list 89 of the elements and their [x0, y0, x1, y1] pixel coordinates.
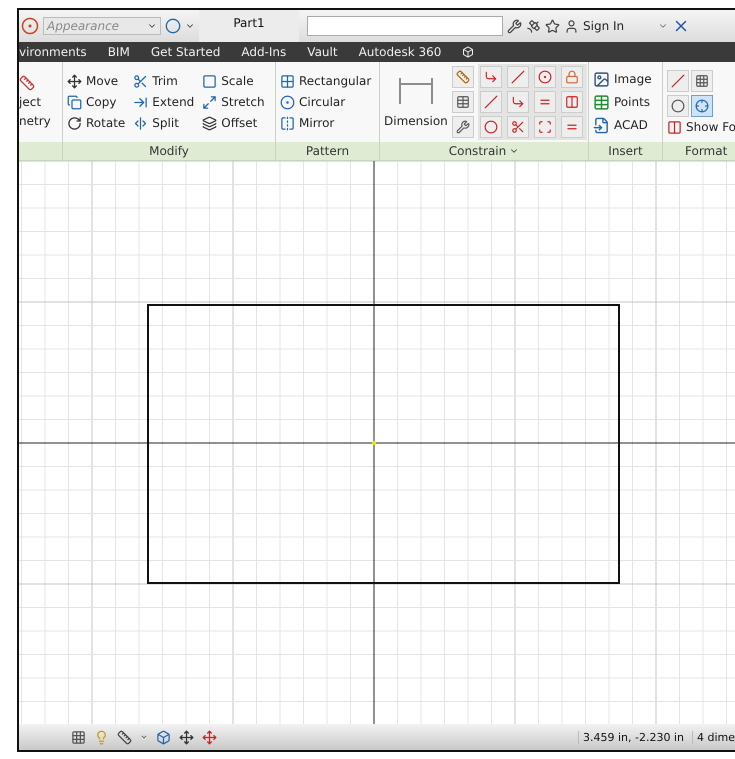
move-icon [67, 74, 82, 88]
slash-icon [510, 70, 525, 84]
document-tab[interactable]: Part1 [199, 10, 299, 42]
constraint-button[interactable] [506, 116, 529, 138]
tool-button[interactable]: Circular [280, 94, 372, 110]
panel-label: Pattern [306, 144, 350, 158]
wrench-icon [507, 18, 522, 34]
constraint-button[interactable] [506, 66, 529, 88]
wrench-icon [456, 120, 470, 134]
sign-in-link[interactable]: Sign In [583, 19, 624, 33]
constraint-button[interactable] [480, 66, 502, 88]
tool-button[interactable] [691, 94, 713, 116]
tool-button[interactable]: Stretch [202, 94, 265, 110]
grid-icon [695, 74, 709, 88]
menu-tab[interactable]: BIM [108, 45, 130, 59]
tool-label[interactable]: netry [19, 114, 51, 129]
tool-button[interactable]: Image [593, 70, 652, 88]
color-icon [165, 18, 181, 34]
star-icon [545, 18, 560, 34]
tool-button[interactable]: Rectangular [280, 74, 372, 88]
panel-label[interactable]: Constrain [448, 144, 506, 158]
constraint-button[interactable] [506, 91, 529, 113]
arrow-to-line-icon [133, 94, 148, 110]
coordinates-readout: 3.459 in, -2.230 in [578, 730, 684, 744]
square-icon [202, 74, 218, 88]
tool-label[interactable]: ject [19, 95, 42, 110]
table-icon [456, 95, 470, 109]
copy-icon [67, 94, 82, 110]
menu-tab[interactable]: Autodesk 360 [358, 45, 442, 59]
move-icon [202, 730, 217, 744]
panel-label: Format [685, 144, 728, 158]
stretch-icon [202, 94, 218, 110]
menu-tab[interactable]: Vault [307, 45, 338, 59]
constraint-button[interactable] [534, 91, 556, 113]
satellite-icon [526, 18, 541, 34]
ruler-icon [456, 70, 470, 84]
constraint-button[interactable] [534, 66, 556, 88]
tool-button[interactable] [691, 70, 713, 92]
construction-line-icon [671, 74, 685, 88]
project-geometry-icon [19, 75, 35, 91]
tool-button[interactable]: Extend [133, 94, 194, 110]
tool-button[interactable]: Split [133, 116, 194, 130]
tool-button[interactable]: Scale [202, 74, 265, 88]
menu-tab[interactable]: Get Started [150, 45, 220, 59]
tool-button[interactable] [667, 70, 689, 92]
dimensions-status: 4 dime [692, 730, 735, 744]
tool-button[interactable] [452, 116, 474, 138]
constraint-button[interactable] [480, 116, 502, 138]
constraint-button[interactable] [560, 116, 583, 138]
panel-label: Insert [608, 144, 643, 158]
scissors-icon [133, 74, 148, 88]
circle-icon [671, 98, 685, 112]
constraint-button[interactable] [560, 91, 583, 113]
caret-icon [140, 733, 148, 741]
user-icon [564, 18, 579, 34]
grid-icon [280, 74, 295, 88]
tool-button[interactable]: Offset [202, 116, 265, 130]
menu-tab[interactable]: vironments [19, 45, 87, 59]
dimension-button[interactable]: Dimension [384, 76, 448, 128]
panel-label: Modify [149, 144, 189, 158]
tool-button[interactable] [452, 66, 474, 88]
tool-button[interactable] [667, 94, 689, 116]
file-icon [593, 116, 610, 134]
mirror-icon [280, 116, 295, 130]
tool-button[interactable]: Copy [67, 94, 126, 110]
tool-button[interactable]: Show Fo [667, 120, 735, 134]
constraint-button[interactable] [480, 91, 502, 113]
box-icon [156, 730, 171, 744]
tool-button[interactable]: Rotate [67, 116, 126, 130]
offset-icon [202, 116, 218, 130]
split-icon [133, 116, 148, 130]
spreadsheet-icon [593, 94, 610, 110]
lock-icon [564, 70, 579, 84]
tool-button[interactable]: ACAD [593, 116, 652, 134]
tool-button[interactable]: Move [67, 74, 126, 88]
tool-button[interactable]: Trim [133, 74, 194, 88]
concentric-icon [538, 70, 552, 84]
constraint-button[interactable] [560, 66, 583, 88]
tool-button[interactable] [452, 91, 474, 113]
constraint-button[interactable] [534, 116, 556, 138]
tool-button[interactable]: Points [593, 94, 652, 110]
image-icon [593, 70, 610, 88]
crosshair-icon [695, 98, 709, 112]
tool-button[interactable]: Mirror [280, 116, 372, 130]
menu-tab[interactable]: Add-Ins [241, 45, 286, 59]
sketch-rectangle[interactable] [147, 304, 620, 584]
rotate-icon [67, 116, 82, 130]
circle-pattern-icon [280, 94, 295, 110]
search-field[interactable] [307, 16, 503, 36]
